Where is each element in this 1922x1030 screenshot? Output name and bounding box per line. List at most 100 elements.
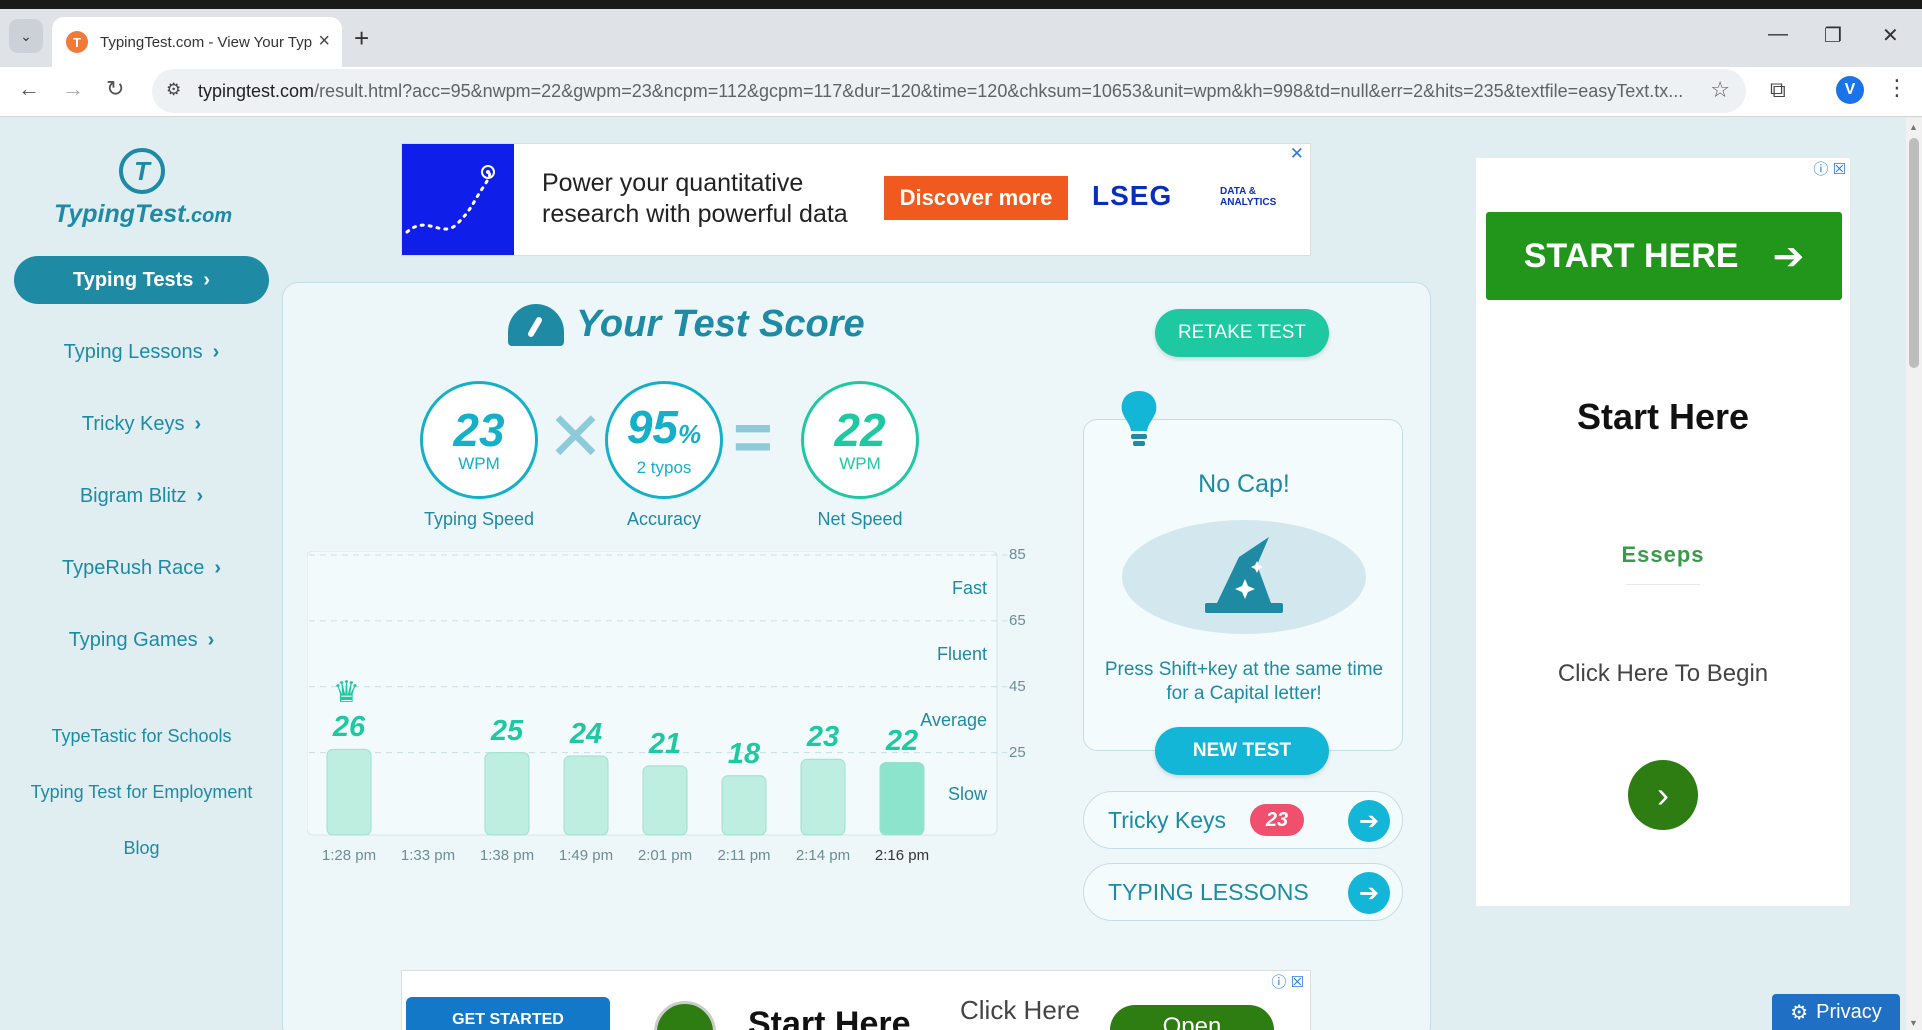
top-advertisement[interactable]: Power your quantitative research with pow…	[401, 143, 1311, 256]
accuracy-typos: 2 typos	[636, 457, 692, 477]
chart-bar	[642, 765, 688, 836]
ad-info-close-icon[interactable]: ⓘ ☒	[1271, 971, 1304, 992]
tip-text-line-1: Press Shift+key at the same time	[1104, 659, 1384, 680]
new-test-button[interactable]: NEW TEST	[1155, 727, 1329, 775]
crown-icon: ♛	[333, 676, 360, 710]
chevron-right-icon: ›	[194, 412, 202, 435]
ad-graphic	[402, 144, 514, 255]
chart-bar	[721, 775, 767, 836]
chevron-right-icon: ›	[214, 556, 221, 579]
ad-click-text[interactable]: Click Here To Begin	[1476, 660, 1850, 688]
chart-x-label: 2:11 pm	[717, 847, 771, 864]
accuracy-number: 95	[626, 400, 679, 453]
retake-test-button[interactable]: RETAKE TEST	[1155, 309, 1329, 357]
ad-brand-sub-2: ANALYTICS	[1220, 197, 1277, 208]
ad-play-icon[interactable]	[654, 1001, 716, 1030]
link-typetastic-schools[interactable]: TypeTastic for Schools	[14, 708, 269, 764]
sidebar-item-typing-games[interactable]: Typing Games ›	[14, 616, 269, 664]
sidebar-item-label: Typing Games	[68, 628, 198, 651]
ad-start-here-button[interactable]: START HERE ➔	[1486, 212, 1842, 300]
ad-start-heading: Start Here	[1576, 396, 1750, 437]
arrow-right-icon[interactable]: ➔	[1348, 800, 1390, 842]
chart-band-label: Fast	[951, 577, 987, 598]
tip-card: No Cap! Press Shift+key at the same time…	[1083, 419, 1403, 751]
speedometer-icon	[508, 303, 564, 346]
sidebar-item-tricky-keys[interactable]: Tricky Keys ›	[14, 400, 269, 448]
profile-avatar[interactable]: V	[1836, 76, 1864, 104]
chart-bar	[326, 748, 372, 836]
new-tab-button[interactable]: +	[354, 23, 369, 54]
chart-x-label: 2:16 pm	[874, 847, 930, 864]
sidebar-item-typing-tests[interactable]: Typing Tests ›	[14, 256, 269, 304]
tricky-keys-card[interactable]: Tricky Keys 23 ➔	[1083, 791, 1403, 849]
chart-y-tick: 85	[1009, 546, 1026, 563]
address-bar[interactable]: ⚙ typingtest.com/result.html?acc=95&nwpm…	[152, 69, 1746, 113]
back-icon[interactable]: ←	[18, 76, 40, 102]
scroll-up-icon[interactable]: ▲	[1909, 122, 1918, 132]
site-logo[interactable]: T TypingTest.com	[54, 148, 232, 229]
accuracy-stat: 95% 2 typos Accuracy	[605, 381, 723, 530]
sidebar-item-typing-lessons[interactable]: Typing Lessons ›	[14, 328, 269, 376]
link-typing-test-employment[interactable]: Typing Test for Employment	[14, 764, 269, 820]
reload-icon[interactable]: ↻	[106, 76, 124, 102]
ad-brand-sub-1: DATA &	[1220, 186, 1256, 197]
link-blog[interactable]: Blog	[14, 820, 269, 876]
sidebar-item-bigram-blitz[interactable]: Bigram Blitz ›	[14, 472, 269, 520]
scroll-thumb[interactable]	[1909, 138, 1919, 368]
restore-icon[interactable]: ❐	[1824, 23, 1842, 48]
lightbulb-icon	[1121, 391, 1157, 446]
ad-discover-button[interactable]: Discover more	[884, 176, 1068, 220]
tricky-keys-label: Tricky Keys	[1108, 806, 1226, 833]
accuracy-percent: %	[678, 418, 702, 449]
chart-bar-value: 26	[332, 711, 366, 744]
chart-svg	[307, 551, 1007, 836]
arrow-right-icon: ➔	[1772, 235, 1805, 278]
chart-y-tick: 65	[1009, 611, 1026, 629]
browser-toolbar: ← → ↻ ⚙ typingtest.com/result.html?acc=9…	[0, 67, 1922, 117]
bookmark-star-icon[interactable]: ☆	[1710, 77, 1730, 103]
net-speed-stat: 22 WPM Net Speed	[801, 381, 919, 530]
right-advertisement[interactable]: ⓘ ☒ START HERE ➔ Start Here Esseps Click …	[1476, 158, 1850, 906]
chart-bar-value: 23	[806, 721, 840, 754]
ad-headline: Power your quantitative research with pow…	[542, 168, 848, 230]
chart-bar-value: 25	[490, 714, 524, 747]
forward-icon[interactable]: →	[62, 76, 84, 102]
arrow-right-icon[interactable]: ➔	[1348, 872, 1390, 914]
site-favicon-icon: T	[66, 31, 88, 53]
accuracy-label: Accuracy	[626, 509, 702, 529]
extensions-icon[interactable]: ⧉	[1770, 77, 1786, 103]
sidebar-item-label: Bigram Blitz	[79, 484, 187, 507]
minimize-icon[interactable]: —	[1768, 23, 1788, 46]
logo-text: TypingTest.com	[54, 200, 232, 229]
tricky-keys-count-badge: 23	[1250, 804, 1304, 836]
chevron-right-icon[interactable]: ›	[1628, 760, 1698, 830]
ad-bottom-click-text[interactable]: Click Here	[960, 995, 1080, 1026]
sidebar-item-typerush-race[interactable]: TypeRush Race ›	[14, 544, 269, 592]
ad-close-icon[interactable]: ✕	[1290, 144, 1304, 164]
tab-search-dropdown[interactable]: ⌄	[9, 19, 43, 53]
privacy-button[interactable]: ⚙ Privacy	[1772, 994, 1900, 1030]
site-info-icon[interactable]: ⚙	[166, 80, 181, 100]
chart-bar-value: 21	[648, 727, 682, 760]
ad-get-started-button[interactable]: GET STARTED	[406, 997, 610, 1030]
sidebar-nav: Typing Tests › Typing Lessons › Tricky Key…	[14, 256, 269, 688]
ad-brand-sub: DATA & ANALYTICS	[1220, 186, 1276, 208]
ad-bottom-heading: Start Here	[748, 1005, 911, 1030]
ad-info-close-icon[interactable]: ⓘ ☒	[1813, 158, 1846, 179]
net-speed-unit: WPM	[839, 454, 881, 473]
typing-speed-circle: 23 WPM	[420, 381, 538, 499]
page-scrollbar[interactable]: ▲ ▼	[1906, 118, 1922, 1030]
active-tab[interactable]: T TypingTest.com - View Your Typ ×	[52, 17, 342, 67]
scroll-down-icon[interactable]: ▼	[1909, 1018, 1918, 1028]
chart-x-label: 1:28 pm	[321, 847, 377, 864]
tab-close-icon[interactable]: ×	[318, 30, 330, 53]
window-close-icon[interactable]: ✕	[1882, 23, 1899, 48]
browser-menu-icon[interactable]: ⋮	[1886, 75, 1908, 101]
chart-bar-value: 22	[885, 724, 919, 757]
chart-bar	[879, 762, 925, 836]
chart-bar-value: 24	[569, 717, 603, 750]
bottom-advertisement[interactable]: GET STARTED Start Here Click Here Open ⓘ…	[401, 970, 1311, 1030]
ad-open-button[interactable]: Open	[1110, 1005, 1274, 1030]
typing-lessons-card[interactable]: TYPING LESSONS ➔	[1083, 863, 1403, 921]
score-title: Your Test Score	[508, 303, 865, 346]
